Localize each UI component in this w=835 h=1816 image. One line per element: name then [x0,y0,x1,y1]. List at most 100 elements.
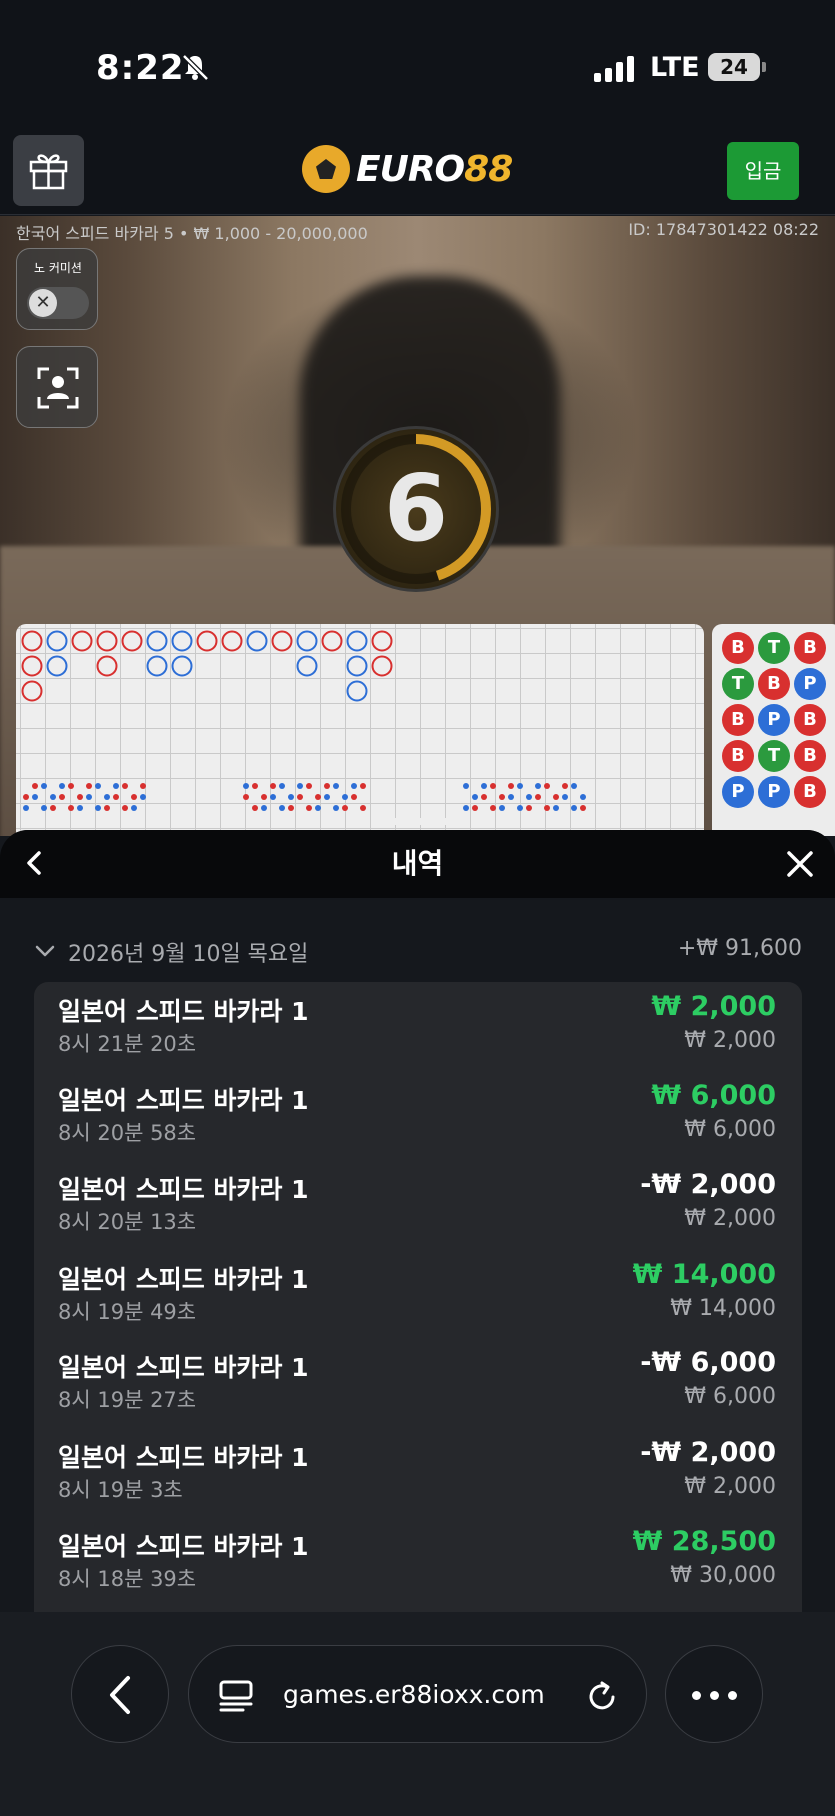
tabs-icon[interactable] [219,1680,255,1712]
big-road-marker [346,655,368,677]
big-road-marker [21,630,43,652]
drag-handle[interactable] [376,818,458,825]
bead-road-marker: P [722,776,754,808]
game-name: 일본어 스피드 바카라 1 [58,1265,309,1294]
bead-road-marker: P [794,668,826,700]
euro88-logo: EURO88 [302,141,513,197]
big-road-marker [146,630,168,652]
bead-road-marker: B [794,704,826,736]
reload-icon[interactable] [585,1680,619,1714]
more-options-button[interactable] [665,1645,763,1743]
bead-road-marker: P [758,704,790,736]
bead-road[interactable]: BTBTBPBPBBTBPPB [712,624,835,836]
user-focus-icon [37,367,79,409]
scoreboard-roadmap[interactable] [16,624,704,836]
game-name: 일본어 스피드 바카라 1 [58,1443,309,1472]
derived-road-marker [517,783,523,789]
bet-amount: ₩ 14,000 [670,1296,776,1321]
big-road-marker [221,630,243,652]
face-tracking-button[interactable] [16,346,98,428]
chevron-left-icon [110,1676,130,1714]
bet-amount: ₩ 2,000 [684,1206,776,1231]
url-text: games.er88ioxx.com [283,1680,545,1709]
history-row[interactable]: 일본어 스피드 바카라 1 8시 20분 13초 -₩ 2,000 ₩ 2,00… [34,1160,802,1249]
history-row[interactable]: 일본어 스피드 바카라 1 8시 18분 39초 ₩ 28,500 ₩ 30,0… [34,1517,802,1606]
game-name: 일본어 스피드 바카라 1 [58,1175,309,1204]
derived-road-marker [59,794,65,800]
derived-road-marker [122,805,128,811]
bead-road-marker: T [722,668,754,700]
big-road-marker [171,630,193,652]
game-info: 한국어 스피드 바카라 5 • ₩ 1,000 - 20,000,000 [16,224,368,243]
derived-road-marker [50,805,56,811]
derived-road-marker [279,783,285,789]
gift-button[interactable] [13,135,84,206]
gift-icon [29,154,68,190]
history-row[interactable]: 일본어 스피드 바카라 1 8시 21분 20초 ₩ 2,000 ₩ 2,000 [34,982,802,1071]
bet-time: 8시 19분 3초 [58,1478,183,1502]
derived-road-marker [86,783,92,789]
status-bar: 8:22 LTE 24 [0,0,835,125]
derived-road-marker [122,783,128,789]
history-row[interactable]: 일본어 스피드 바카라 1 8시 19분 3초 -₩ 2,000 ₩ 2,000 [34,1428,802,1517]
day-total: +₩ 91,600 [677,936,802,961]
derived-road-marker [306,805,312,811]
derived-road-marker [41,805,47,811]
panel-header: 내역 [0,830,835,898]
derived-road-marker [270,783,276,789]
derived-road-marker [95,805,101,811]
bet-amount: ₩ 6,000 [684,1117,776,1142]
bead-road-marker: B [758,668,790,700]
big-road-marker [321,630,343,652]
derived-road-marker [95,783,101,789]
derived-road-marker [288,794,294,800]
bet-time: 8시 19분 27초 [58,1388,197,1412]
round-id: ID: 17847301422 08:22 [628,220,819,239]
battery-icon: 24 [708,53,760,81]
close-icon: ✕ [29,289,57,317]
big-road-marker [96,655,118,677]
derived-road-marker [526,794,532,800]
history-row[interactable]: 일본어 스피드 바카라 1 8시 19분 27초 -₩ 6,000 ₩ 6,00… [34,1338,802,1427]
date-group-header[interactable]: 2026년 9월 10일 목요일 +₩ 91,600 [34,936,802,970]
dot [728,1691,737,1700]
derived-road-marker [517,805,523,811]
address-bar[interactable]: games.er88ioxx.com [188,1645,647,1743]
big-road-marker [346,630,368,652]
soccer-ball-icon [302,145,350,193]
history-row[interactable]: 일본어 스피드 바카라 1 8시 20분 58초 ₩ 6,000 ₩ 6,000 [34,1071,802,1160]
history-list: 일본어 스피드 바카라 1 8시 21분 20초 ₩ 2,000 ₩ 2,000… [34,982,802,1612]
big-road-marker [46,655,68,677]
no-commission-toggle[interactable]: 노 커미션 ✕ [16,248,98,330]
derived-road-marker [562,794,568,800]
big-road-marker [296,630,318,652]
derived-road-marker [261,805,267,811]
close-icon[interactable] [786,850,814,878]
deposit-button[interactable]: 입금 [727,142,799,200]
chevron-left-icon[interactable] [20,848,50,878]
result-amount: -₩ 2,000 [640,1437,776,1468]
panel-title: 내역 [391,847,444,880]
derived-road-marker [279,805,285,811]
derived-road-marker [544,805,550,811]
derived-road-marker [324,794,330,800]
game-name: 일본어 스피드 바카라 1 [58,1353,309,1382]
derived-road-marker [499,794,505,800]
history-row[interactable]: 일본어 스피드 바카라 1 8시 19분 49초 ₩ 14,000 ₩ 14,0… [34,1250,802,1339]
derived-road-marker [463,805,469,811]
derived-road-marker [306,783,312,789]
bead-road-marker: T [758,632,790,664]
bead-road-marker: P [758,776,790,808]
derived-road-marker [472,805,478,811]
big-road-marker [146,655,168,677]
bet-amount: ₩ 30,000 [670,1563,776,1588]
derived-road-marker [580,794,586,800]
derived-road-marker [324,783,330,789]
browser-toolbar: games.er88ioxx.com [0,1612,835,1816]
derived-road-marker [140,783,146,789]
date-label: 2026년 9월 10일 목요일 [68,942,309,967]
big-road-marker [71,630,93,652]
browser-back-button[interactable] [71,1645,169,1743]
bead-road-marker: B [722,704,754,736]
toggle-switch[interactable]: ✕ [27,287,89,319]
